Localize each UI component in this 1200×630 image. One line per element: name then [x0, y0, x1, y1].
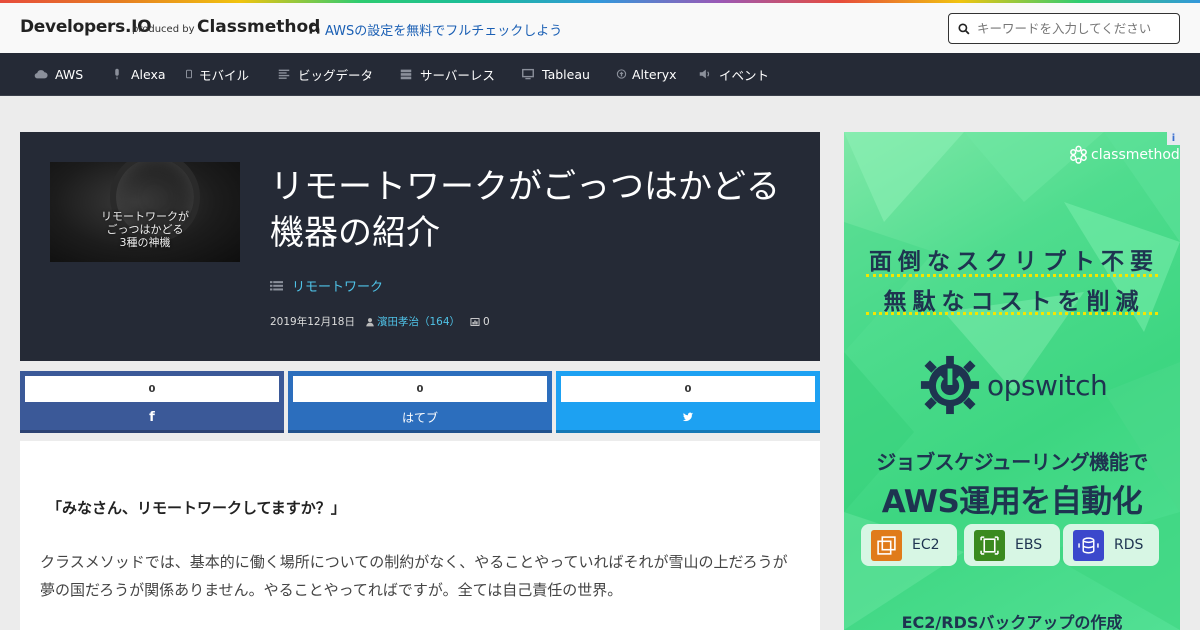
ebs-icon — [974, 529, 1005, 561]
twitter-share-count: 0 — [561, 376, 815, 402]
ec2-icon — [871, 529, 902, 561]
twitter-share-button[interactable]: 0 — [556, 371, 820, 433]
rds-icon — [1073, 529, 1104, 561]
nav-item-alexa[interactable]: Alexa — [110, 53, 166, 95]
service-label: EC2 — [912, 537, 940, 553]
produced-by-label: produced by — [132, 24, 195, 35]
ad-tagline-2: AWS運用を自動化 — [881, 484, 1143, 520]
power-gear-icon — [920, 355, 980, 415]
opswitch-logo: opswitch — [919, 354, 1108, 416]
ad-tagline-1: ジョブスケジューリング機能で — [876, 450, 1148, 474]
nav-item-event[interactable]: イベント — [698, 53, 769, 95]
view-count: 0 — [483, 315, 490, 328]
arrow-circle-icon — [616, 69, 627, 79]
tag-link[interactable]: リモートワーク — [292, 276, 383, 295]
facebook-share-count: 0 — [25, 376, 279, 402]
facebook-share-button[interactable]: 0 f — [20, 371, 284, 433]
article-tags: リモートワーク — [270, 276, 383, 295]
ad-footer-text: EC2/RDSバックアップの作成 — [901, 613, 1123, 630]
service-badge-ec2: EC2 — [861, 524, 957, 566]
twitter-label — [556, 404, 820, 430]
nav-item-mobile[interactable]: モバイル — [184, 53, 249, 95]
hatena-share-button[interactable]: 0 はてブ — [288, 371, 552, 433]
article-body: 「みなさん、リモートワークしてますか？」 クラスメソッドでは、基本的に働く場所に… — [20, 441, 820, 630]
nav-label: Alexa — [131, 66, 166, 82]
search-input[interactable] — [977, 21, 1167, 36]
nav-item-tableau[interactable]: Tableau — [521, 53, 590, 95]
ad-logo-text: classmethod — [1091, 146, 1180, 163]
author-link[interactable]: 濱田孝治（164） — [377, 314, 460, 329]
search-icon — [958, 22, 970, 35]
article-meta: 2019年12月18日 濱田孝治（164） 0 — [270, 314, 490, 329]
microphone-icon — [115, 68, 119, 80]
nav-label: Alteryx — [632, 66, 677, 82]
hatena-label: はてブ — [401, 410, 438, 425]
nav-item-serverless[interactable]: サーバーレス — [399, 53, 495, 95]
thumbnail-caption-line: ごっつはかどる — [106, 223, 184, 236]
desktop-icon — [522, 68, 534, 80]
ad-headline-2: 無駄なコストを削減 — [883, 289, 1145, 315]
opswitch-wordmark: opswitch — [987, 368, 1108, 402]
article-thumbnail[interactable]: リモートワークが ごっつはかどる 3種の神機 — [50, 162, 240, 262]
service-badge-rds: RDS — [1063, 524, 1159, 566]
volume-icon — [699, 69, 710, 79]
facebook-label: f — [20, 404, 284, 430]
site-header: Developers.IO produced by Classmethod AW… — [0, 3, 1200, 53]
server-icon — [400, 69, 412, 80]
ad-headline-1: 面倒なスクリプト不要 — [869, 249, 1159, 275]
publish-date: 2019年12月18日 — [270, 316, 355, 328]
nav-label: ビッグデータ — [298, 67, 374, 83]
ad-brand-logo: classmethod — [1069, 145, 1180, 164]
user-icon — [366, 317, 374, 326]
article-title-line: 機器の紹介 — [270, 213, 440, 253]
company-logo[interactable]: Classmethod — [197, 17, 320, 37]
article-header: リモートワークが ごっつはかどる 3種の神機 リモートワークがごっつはかどる 機… — [20, 132, 820, 361]
service-label: RDS — [1114, 537, 1144, 553]
dotted-divider — [866, 274, 1158, 277]
nav-item-alteryx[interactable]: Alteryx — [616, 53, 677, 95]
twitter-icon — [682, 412, 694, 422]
article-lead: 「みなさん、リモートワークしてますか？」 — [47, 499, 346, 517]
hatena-share-count: 0 — [293, 376, 547, 402]
service-label: EBS — [1015, 537, 1043, 553]
mobile-icon — [186, 69, 192, 79]
thumbnail-caption-line: リモートワークが — [101, 210, 189, 223]
nav-label: サーバーレス — [420, 67, 495, 83]
cloud-icon — [34, 70, 48, 79]
nav-item-bigdata[interactable]: ビッグデータ — [277, 53, 373, 95]
service-badge-ebs: EBS — [964, 524, 1060, 566]
dotted-divider — [866, 312, 1158, 315]
thumbnail-caption-line: 3種の神機 — [119, 236, 171, 249]
article-title: リモートワークがごっつはかどる 機器の紹介 — [270, 164, 800, 256]
sidebar-ad-banner[interactable]: i classmethod 面倒なスクリプト不要 無駄なコストを削減 opswi… — [844, 132, 1180, 630]
headphones-icon — [309, 24, 320, 34]
tag-list-icon — [270, 280, 283, 290]
promo-text: AWSの設定を無料でフルチェックしよう — [325, 24, 563, 39]
thumbnail-caption: リモートワークが ごっつはかどる 3種の神機 — [50, 210, 240, 249]
nav-label: AWS — [55, 66, 84, 82]
views-chart-icon — [470, 317, 480, 326]
list-icon — [278, 69, 290, 79]
promo-link[interactable]: AWSの設定を無料でフルチェックしよう — [308, 20, 562, 39]
nav-label: Tableau — [542, 66, 590, 82]
nav-item-aws[interactable]: AWS — [34, 53, 83, 95]
nav-label: イベント — [719, 67, 770, 83]
article-paragraph: クラスメソッドでは、基本的に働く場所についての制約がなく、やることやっていればそ… — [40, 553, 788, 599]
nav-label: モバイル — [199, 67, 250, 83]
search-box[interactable] — [948, 13, 1180, 44]
facebook-icon: f — [149, 409, 155, 425]
category-nav: AWS Alexa モバイル ビッグデータ サーバーレス Tableau Alt… — [0, 53, 1200, 96]
classmethod-logo-icon — [1070, 145, 1087, 164]
ad-info-badge[interactable]: i — [1167, 132, 1180, 145]
article-title-line: リモートワークがごっつはかどる — [270, 167, 780, 207]
